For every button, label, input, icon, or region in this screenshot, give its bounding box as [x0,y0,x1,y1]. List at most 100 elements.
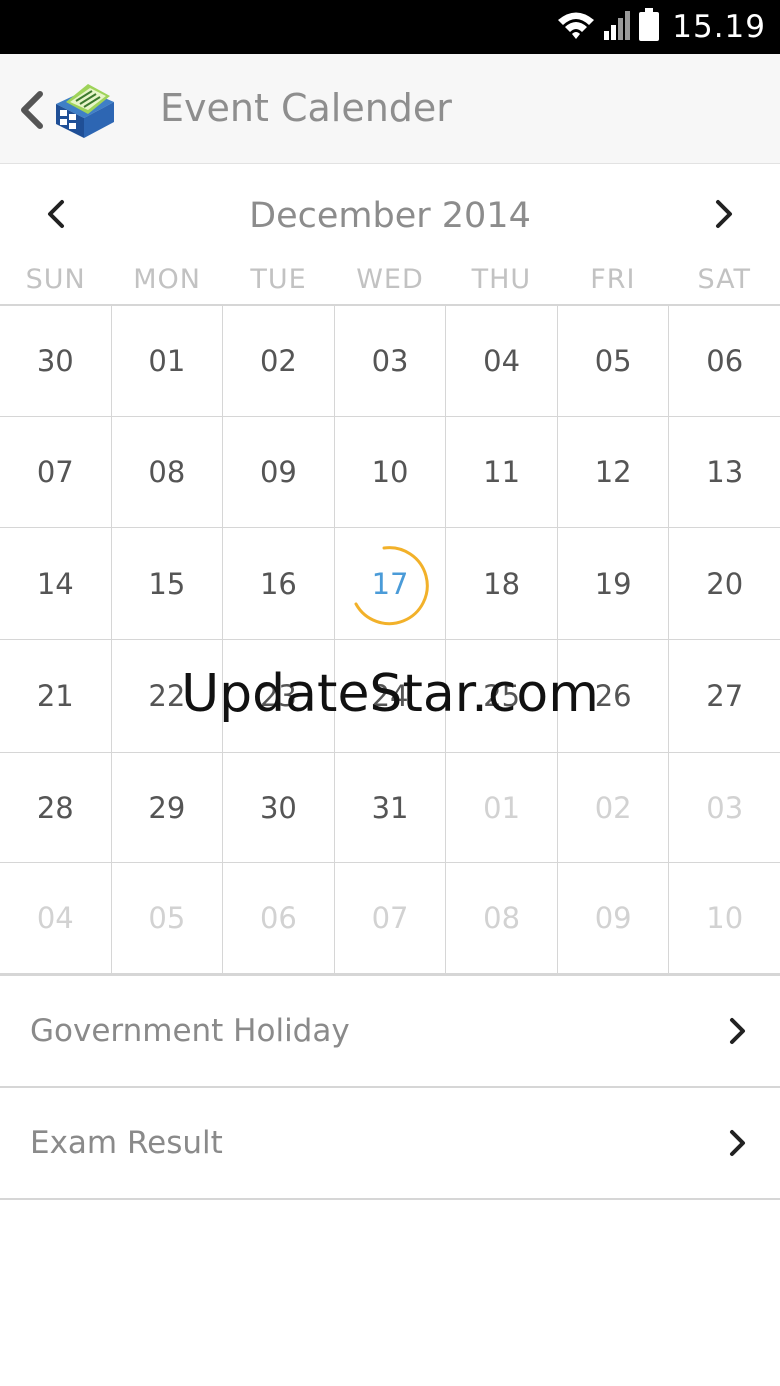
day-number: 20 [706,566,744,601]
calendar-day[interactable]: 18 [446,528,558,639]
calendar-day[interactable]: 05 [558,306,670,416]
calendar-day[interactable]: 08 [112,417,224,527]
calendar-day[interactable]: 06 [669,306,780,416]
calendar-day[interactable]: 06 [223,863,335,973]
month-title: December 2014 [249,196,531,236]
day-number: 16 [259,566,297,601]
calendar-day[interactable]: 28 [0,753,112,862]
list-item-government-holiday[interactable]: Government Holiday [0,976,780,1088]
calendar-day[interactable]: 01 [112,306,224,416]
day-number: 28 [36,790,74,825]
calendar-day[interactable]: 05 [112,863,224,973]
back-arrow-icon[interactable] [16,90,46,130]
weekday-label: SUN [25,264,86,295]
calendar-day[interactable]: 04 [446,306,558,416]
calendar-day[interactable]: 29 [112,753,224,862]
calendar-day[interactable]: 07 [0,417,112,527]
day-number: 04 [483,344,521,378]
calendar-day[interactable]: 11 [446,417,558,527]
calendar-week-row: 28 29 30 31 01 02 03 [0,753,780,863]
calendar-day[interactable]: 16 [223,528,335,639]
day-number: 26 [594,679,632,713]
calendar-day[interactable]: 31 [335,753,447,862]
calendar-day[interactable]: 24 [335,640,447,752]
calendar-day[interactable]: 02 [558,753,670,862]
day-number: 19 [594,566,632,601]
weekday-label: MON [133,264,201,295]
calendar-day[interactable]: 12 [558,417,670,527]
calendar-day[interactable]: 20 [669,528,780,639]
event-category-list: Government Holiday Exam Result [0,974,780,1200]
day-number: 04 [36,901,74,935]
day-number: 12 [594,455,632,489]
calendar-week-row: 07 08 09 10 11 12 13 [0,417,780,528]
day-number: 03 [371,344,409,378]
calendar-day[interactable]: 09 [223,417,335,527]
day-number: 10 [706,901,744,935]
day-number: 14 [36,566,74,601]
calendar-day[interactable]: 21 [0,640,112,752]
chevron-right-icon [730,1018,745,1044]
battery-icon [638,8,660,46]
day-number: 02 [259,344,297,378]
day-number: 05 [594,344,632,378]
calendar-day-today[interactable]: 17 [335,528,447,639]
calendar-day[interactable]: 08 [446,863,558,973]
day-number: 15 [148,566,186,601]
day-number: 01 [483,790,521,825]
signal-icon [604,9,631,45]
calendar-day[interactable]: 14 [0,528,112,639]
day-number: 31 [371,790,409,825]
calendar-day[interactable]: 30 [0,306,112,416]
day-number: 05 [148,901,186,935]
calendar-day[interactable]: 07 [335,863,447,973]
next-month-chevron-icon[interactable] [706,196,742,232]
calendar-day[interactable]: 10 [669,863,780,973]
calendar-day[interactable]: 15 [112,528,224,639]
weekday-label: TUE [250,264,307,295]
calendar-day[interactable]: 03 [335,306,447,416]
day-number: 09 [259,455,297,489]
day-number: 13 [706,455,744,489]
calendar-day[interactable]: 26 [558,640,670,752]
day-number: 08 [148,455,186,489]
calendar-day[interactable]: 01 [446,753,558,862]
day-number: 07 [36,455,74,489]
wifi-icon [556,9,596,45]
list-item-label: Exam Result [30,1125,223,1161]
calendar-day[interactable]: 25 [446,640,558,752]
list-item-exam-result[interactable]: Exam Result [0,1088,780,1200]
page-title: Event Calender [160,86,452,130]
day-number: 25 [483,679,521,713]
day-number: 22 [148,679,186,713]
status-icons: 15.19 [556,0,766,54]
calendar-day[interactable]: 10 [335,417,447,527]
weekday-header: SUN MON TUE WED THU FRI SAT [0,254,780,306]
weekday-label: SAT [697,264,751,295]
calendar-week-row: 30 01 02 03 04 05 06 [0,306,780,417]
day-number: 30 [259,790,297,825]
calendar-grid: 30 01 02 03 04 05 06 07 08 09 10 11 12 13 14 15 16 17 18 19… [0,306,780,974]
weekday-label: WED [356,264,424,295]
calendar-day[interactable]: 30 [223,753,335,862]
day-number: 08 [483,901,521,935]
day-number: 06 [706,344,744,378]
calendar-day[interactable]: 19 [558,528,670,639]
calendar-day[interactable]: 27 [669,640,780,752]
day-number: 06 [259,901,297,935]
calendar-day[interactable]: 02 [223,306,335,416]
calendar-week-row: 04 05 06 07 08 09 10 [0,863,780,974]
day-number: 27 [706,679,744,713]
day-number: 02 [594,790,632,825]
calendar-day[interactable]: 04 [0,863,112,973]
weekday-label: THU [471,264,532,295]
calendar-day[interactable]: 09 [558,863,670,973]
day-number: 23 [259,679,297,713]
day-number: 11 [483,455,521,489]
status-time: 15.19 [672,9,766,45]
calendar-day[interactable]: 22 [112,640,224,752]
calendar-day[interactable]: 03 [669,753,780,862]
app-header: Event Calender [0,54,780,164]
calendar-day[interactable]: 23 [223,640,335,752]
calendar-day[interactable]: 13 [669,417,780,527]
